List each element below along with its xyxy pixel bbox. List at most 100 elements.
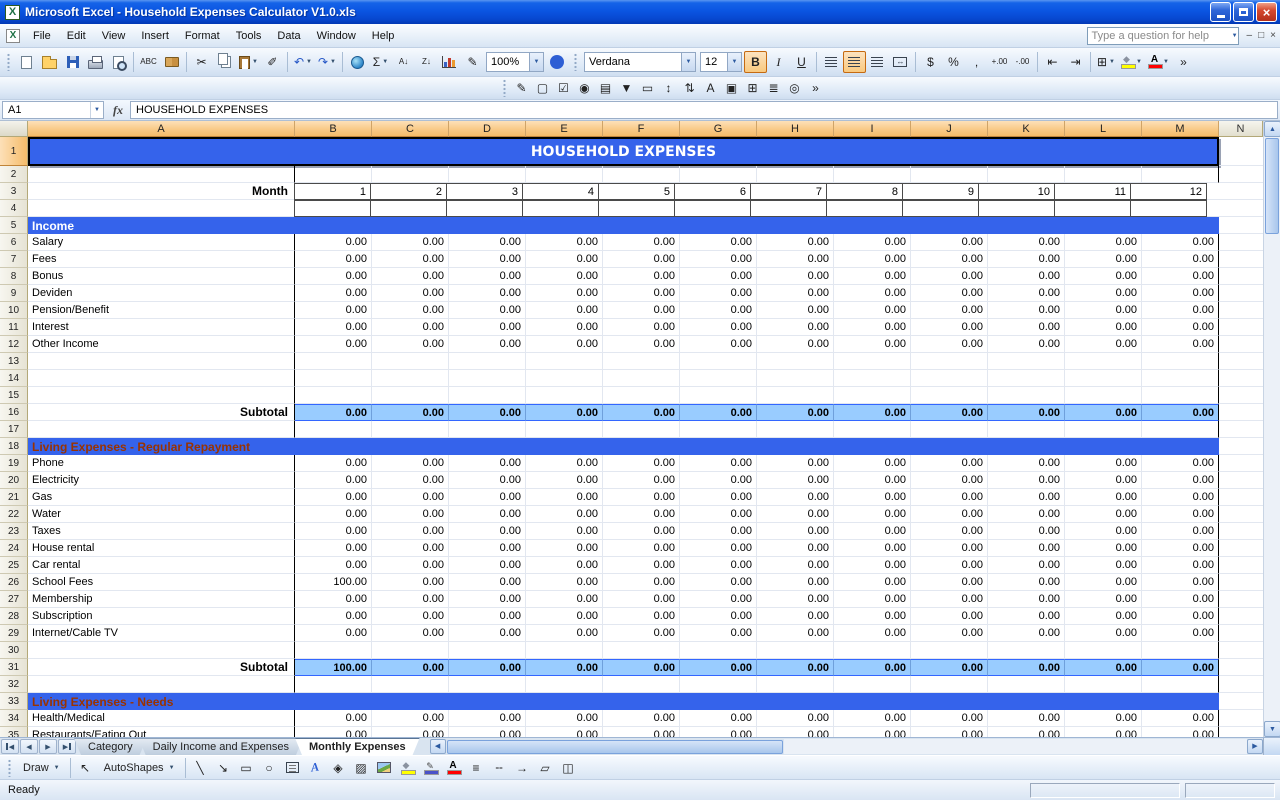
cell[interactable]: 0.00 [295, 727, 372, 737]
cell[interactable]: Deviden [28, 285, 295, 302]
row-header-31[interactable]: 31 [0, 659, 28, 676]
cell[interactable]: 0.00 [911, 710, 988, 727]
row-header-22[interactable]: 22 [0, 506, 28, 523]
cell[interactable]: Month [28, 183, 295, 200]
increase-decimal-button[interactable]: +.00 [988, 51, 1011, 73]
cell[interactable] [834, 166, 911, 183]
cell[interactable] [526, 387, 603, 404]
cell[interactable]: 0.00 [680, 591, 757, 608]
cell[interactable]: 0.00 [526, 302, 603, 319]
row-header-19[interactable]: 19 [0, 455, 28, 472]
cell[interactable] [1065, 370, 1142, 387]
cell[interactable] [449, 421, 526, 438]
column-header-H[interactable]: H [757, 121, 834, 137]
cell[interactable]: 6 [674, 183, 751, 200]
sheet-title-cell[interactable]: HOUSEHOLD EXPENSES [28, 137, 1219, 166]
cell[interactable] [1065, 421, 1142, 438]
cell[interactable]: 0.00 [757, 302, 834, 319]
cell[interactable]: 0.00 [526, 659, 603, 676]
cell[interactable]: 0.00 [603, 404, 680, 421]
fill-color-button[interactable]: ▼ [1118, 51, 1145, 73]
row-header-30[interactable]: 30 [0, 642, 28, 659]
cell[interactable] [1219, 659, 1263, 676]
cell[interactable]: 0.00 [295, 234, 372, 251]
cell[interactable] [1219, 268, 1263, 285]
toolbar-grip[interactable] [6, 53, 11, 71]
cell[interactable]: 0.00 [988, 404, 1065, 421]
scroll-right-icon[interactable]: ▶ [1247, 739, 1263, 754]
cell[interactable]: 0.00 [911, 591, 988, 608]
column-header-N[interactable]: N [1219, 121, 1263, 137]
cell[interactable]: 0.00 [449, 659, 526, 676]
cell[interactable]: 0.00 [526, 540, 603, 557]
cell[interactable] [674, 200, 751, 217]
help-question-box[interactable]: Type a question for help ▼ [1087, 27, 1239, 45]
cell[interactable] [1219, 285, 1263, 302]
cell[interactable]: 0.00 [1065, 591, 1142, 608]
cell[interactable]: 0.00 [911, 472, 988, 489]
cell[interactable]: 0.00 [1065, 285, 1142, 302]
percent-button[interactable]: % [942, 51, 965, 73]
cell[interactable] [28, 421, 295, 438]
cell[interactable]: 0.00 [1142, 455, 1219, 472]
cell[interactable]: 0.00 [1142, 234, 1219, 251]
cell[interactable]: 9 [902, 183, 979, 200]
cell[interactable] [1219, 370, 1263, 387]
cell[interactable] [1219, 319, 1263, 336]
diagram-icon[interactable]: ◈ [327, 758, 350, 778]
cell[interactable]: 0.00 [757, 336, 834, 353]
comma-style-button[interactable]: , [965, 51, 988, 73]
cell[interactable]: 0.00 [526, 591, 603, 608]
row-header-9[interactable]: 9 [0, 285, 28, 302]
cell[interactable] [1219, 302, 1263, 319]
row-header-2[interactable]: 2 [0, 166, 28, 183]
cell[interactable] [1219, 336, 1263, 353]
cell[interactable] [988, 387, 1065, 404]
cell[interactable] [370, 200, 447, 217]
row-header-17[interactable]: 17 [0, 421, 28, 438]
cell[interactable]: 0.00 [680, 710, 757, 727]
select-all-corner[interactable] [0, 121, 28, 137]
cell[interactable]: 0.00 [1065, 506, 1142, 523]
row-header-23[interactable]: 23 [0, 523, 28, 540]
cell[interactable]: 0.00 [834, 251, 911, 268]
cell[interactable]: 0.00 [757, 251, 834, 268]
checkbox-icon[interactable]: ☑ [553, 79, 574, 98]
cell[interactable]: 11 [1054, 183, 1131, 200]
cell[interactable]: 0.00 [449, 472, 526, 489]
cell[interactable]: 0.00 [757, 574, 834, 591]
cell[interactable] [1142, 642, 1219, 659]
previous-sheet-button[interactable]: ◀ [20, 739, 38, 754]
draw-menu-button[interactable]: Draw▼ [16, 758, 67, 778]
cell[interactable]: 0.00 [988, 557, 1065, 574]
cell[interactable]: 0.00 [295, 285, 372, 302]
column-header-A[interactable]: A [28, 121, 295, 137]
cell[interactable]: 0.00 [526, 608, 603, 625]
cell[interactable]: 0.00 [526, 336, 603, 353]
cell[interactable] [1054, 200, 1131, 217]
menu-item-tools[interactable]: Tools [228, 26, 270, 46]
cell[interactable]: 0.00 [757, 404, 834, 421]
cell[interactable]: 0.00 [1142, 251, 1219, 268]
cell[interactable] [28, 166, 295, 183]
cell[interactable]: 0.00 [449, 404, 526, 421]
cell[interactable]: Salary [28, 234, 295, 251]
cell[interactable]: 0.00 [1065, 302, 1142, 319]
cell[interactable] [834, 353, 911, 370]
cell[interactable]: 0.00 [757, 319, 834, 336]
row-header-5[interactable]: 5 [0, 217, 28, 234]
cell[interactable]: 0.00 [295, 540, 372, 557]
cell[interactable]: 0.00 [603, 710, 680, 727]
cell[interactable]: 0.00 [603, 625, 680, 642]
toolbar-grip[interactable] [7, 759, 12, 777]
wordart-icon[interactable]: A [304, 758, 327, 778]
cell[interactable]: 0.00 [526, 319, 603, 336]
oval-icon[interactable]: ○ [258, 758, 281, 778]
cell[interactable]: 0.00 [295, 489, 372, 506]
cell[interactable]: 0.00 [526, 234, 603, 251]
row-header-11[interactable]: 11 [0, 319, 28, 336]
cell[interactable]: 0.00 [449, 489, 526, 506]
cell[interactable]: 0.00 [911, 506, 988, 523]
cell[interactable] [603, 387, 680, 404]
cell[interactable] [372, 421, 449, 438]
